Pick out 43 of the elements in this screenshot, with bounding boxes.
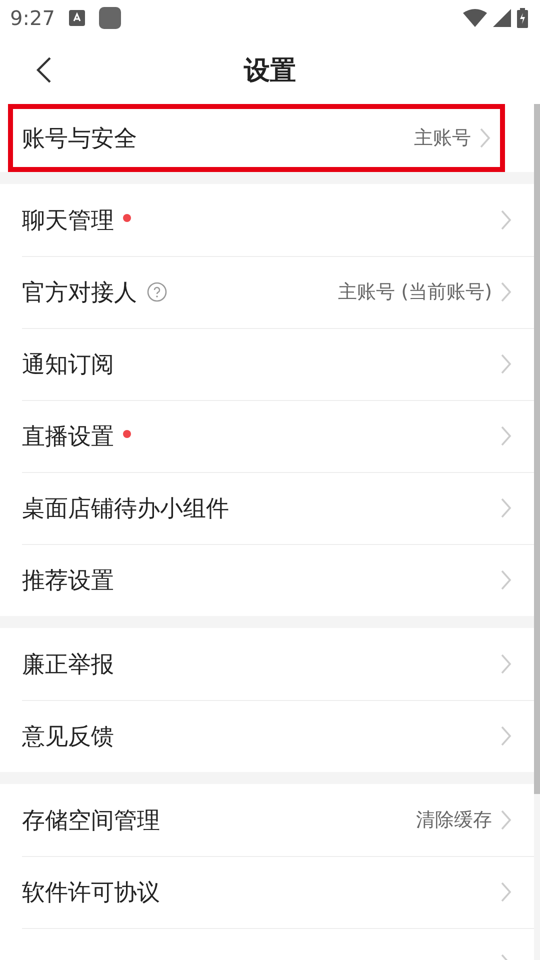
row-label: 账号与安全 [22, 124, 137, 154]
wifi-icon [463, 9, 487, 27]
page-title: 设置 [244, 54, 296, 88]
row-label: 桌面店铺待办小组件 [22, 494, 229, 524]
chevron-icon [479, 127, 491, 149]
row-label: 存储空间管理 [22, 806, 160, 836]
app-icon [98, 7, 121, 29]
chevron-icon [500, 425, 512, 447]
row-label: 意见反馈 [22, 722, 114, 752]
row-label: 廉正举报 [22, 650, 114, 680]
row-label: 官方对接人 [22, 278, 137, 308]
chevron-icon [500, 725, 512, 747]
row-label: 推荐设置 [22, 566, 114, 596]
row-label: 通知订阅 [22, 350, 114, 380]
chevron-icon [500, 209, 512, 231]
chevron-icon [500, 497, 512, 519]
chevron-icon [500, 881, 512, 903]
row-label: 聊天管理 [22, 206, 114, 236]
settings-row[interactable]: 意见反馈 [0, 700, 534, 772]
settings-row[interactable]: 聊天管理 [0, 184, 534, 256]
settings-row[interactable]: 通知订阅 [0, 328, 534, 400]
chevron-icon [500, 809, 512, 831]
settings-row[interactable]: 直播设置 [0, 400, 534, 472]
chevron-icon [500, 569, 512, 591]
back-icon [36, 56, 52, 84]
settings-row[interactable]: 软件许可协议 [0, 856, 534, 928]
status-time: 9:27 [10, 6, 55, 30]
settings-row[interactable]: 桌面店铺待办小组件 [0, 472, 534, 544]
settings-row[interactable]: 廉正举报 [0, 628, 534, 700]
chevron-icon [500, 281, 512, 303]
signal-icon [493, 9, 511, 27]
battery-icon [517, 8, 528, 28]
settings-row[interactable]: 官方对接人 主账号 (当前账号) [0, 256, 534, 328]
row-label: 直播设置 [22, 422, 114, 452]
row-value: 主账号 (当前账号) [338, 280, 492, 305]
keyboard-icon [68, 10, 85, 26]
settings-row[interactable]: 推荐设置 [0, 544, 534, 616]
row-value: 主账号 [414, 126, 471, 151]
settings-row[interactable]: 存储空间管理 清除缓存 [0, 784, 534, 856]
chevron-icon [500, 653, 512, 675]
row-label: 软件许可协议 [22, 878, 160, 908]
row-value: 清除缓存 [416, 808, 492, 833]
chevron-icon [500, 353, 512, 375]
